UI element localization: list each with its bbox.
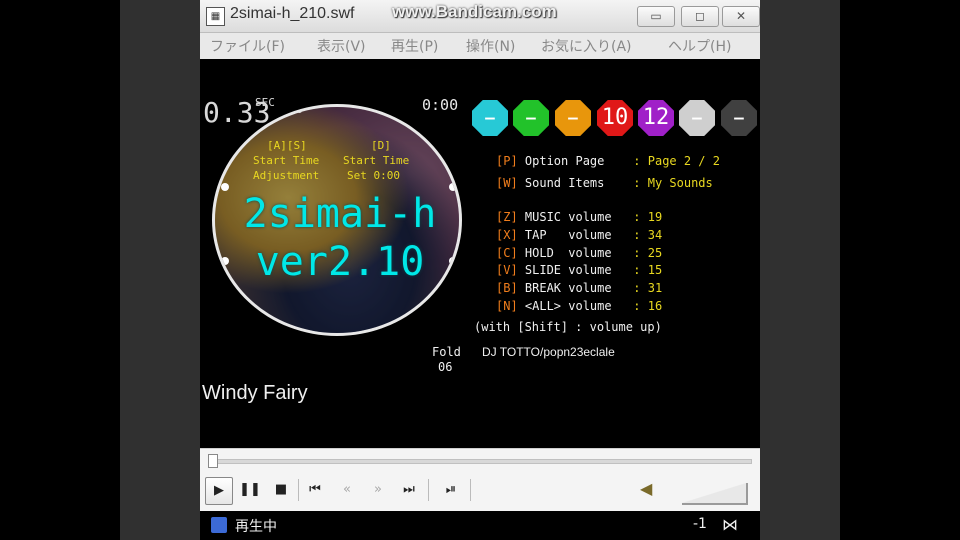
game-title: 2simai-h xyxy=(243,191,437,237)
next-button[interactable]: ⏭ xyxy=(396,477,422,503)
option-row: [P] Option Page : Page 2 / 2 xyxy=(496,154,720,168)
disc-marker xyxy=(221,183,229,191)
letterbox-left-gray xyxy=(120,0,200,540)
song-jacket-disc: [A][S] Start Time Adjustment [D] Start T… xyxy=(212,104,462,336)
close-button[interactable]: ✕ xyxy=(722,6,760,27)
difficulty-custom-button[interactable]: — xyxy=(721,100,757,136)
difficulty-remaster-button[interactable]: 12 xyxy=(638,100,674,136)
shift-hint: (with [Shift] : volume up) xyxy=(474,320,662,334)
difficulty-basic-button[interactable]: — xyxy=(472,100,508,136)
menu-favorites[interactable]: お気に入り(A) xyxy=(541,36,632,56)
adjust-line1: Start Time xyxy=(253,154,320,167)
flash-player-icon: ▦ xyxy=(206,7,225,26)
song-artist: DJ TOTTO/popn23eclale xyxy=(482,345,615,359)
player-controls: ▶ ❚❚ ■ ⏮ « » ⏭ ⏯ ◀ xyxy=(200,448,760,511)
option-row: [Z] MUSIC volume : 19 xyxy=(496,210,663,224)
title-bar: ▦ 2simai-h_210.swf www.Bandicam.com ▭ ◻ … xyxy=(200,0,760,33)
fold-label: Fold xyxy=(432,345,461,359)
previous-button[interactable]: ⏮ xyxy=(302,477,328,503)
song-title: Windy Fairy xyxy=(202,382,308,404)
disc-marker xyxy=(375,331,383,333)
status-text: 再生中 xyxy=(235,519,277,535)
pause-button[interactable]: ❚❚ xyxy=(237,477,263,503)
difficulty-master-button[interactable]: 10 xyxy=(597,100,633,136)
set-line2: Set 0:00 xyxy=(347,169,400,182)
option-row: [V] SLIDE volume : 15 xyxy=(496,263,663,277)
set-line1: Start Time xyxy=(343,154,410,167)
option-row: [W] Sound Items : My Sounds xyxy=(496,176,713,190)
control-separator xyxy=(298,479,299,501)
menu-file[interactable]: ファイル(F) xyxy=(210,36,285,56)
option-row: [N] <ALL> volume : 16 xyxy=(496,299,663,313)
connection-icon: ⋈ xyxy=(722,515,738,534)
option-row: [B] BREAK volume : 31 xyxy=(496,281,663,295)
minimize-button[interactable]: ▭ xyxy=(637,6,675,27)
difficulty-advanced-button[interactable]: — xyxy=(513,100,549,136)
difficulty-expert-button[interactable]: — xyxy=(555,100,591,136)
letterbox-left xyxy=(0,0,120,540)
disc-marker xyxy=(295,331,303,333)
volume-slider[interactable] xyxy=(682,483,748,505)
menu-bar: ファイル(F) 表示(V) 再生(P) 操作(N) お気に入り(A) ヘルプ(H… xyxy=(200,33,760,59)
difficulty-extra-button[interactable]: — xyxy=(679,100,715,136)
disc-marker xyxy=(375,107,383,113)
menu-play[interactable]: 再生(P) xyxy=(391,36,438,56)
flash-stage[interactable]: 0.33 SEC 0:00 [A][S] Start Time Adjustme… xyxy=(200,60,760,448)
letterbox-right xyxy=(840,0,960,540)
maximize-button[interactable]: ◻ xyxy=(681,6,719,27)
disc-marker xyxy=(449,183,457,191)
option-row: [C] HOLD volume : 25 xyxy=(496,246,663,260)
recorder-watermark: www.Bandicam.com xyxy=(392,2,557,21)
rewind-button[interactable]: « xyxy=(334,477,360,503)
speaker-icon[interactable]: ◀ xyxy=(640,479,652,498)
status-bar: 再生中 -1 ⋈ xyxy=(200,511,760,540)
menu-control[interactable]: 操作(N) xyxy=(466,36,515,56)
menu-view[interactable]: 表示(V) xyxy=(317,36,366,56)
game-version: ver2.10 xyxy=(255,239,425,285)
control-separator xyxy=(470,479,471,501)
frame-step-button[interactable]: ⏯ xyxy=(438,477,464,503)
menu-help[interactable]: ヘルプ(H) xyxy=(668,36,731,56)
fast-forward-button[interactable]: » xyxy=(365,477,391,503)
play-button[interactable]: ▶ xyxy=(205,477,233,505)
stop-button[interactable]: ■ xyxy=(268,477,294,503)
seek-thumb[interactable] xyxy=(208,454,218,468)
letterbox-right-gray xyxy=(760,0,840,540)
status-number: -1 xyxy=(693,516,707,532)
adjust-line2: Adjustment xyxy=(253,169,320,182)
fold-number: 06 xyxy=(438,360,453,374)
control-separator xyxy=(428,479,429,501)
set-key-label: [D] xyxy=(371,139,391,152)
window-title: 2simai-h_210.swf xyxy=(230,5,355,22)
player-window: ▦ 2simai-h_210.swf www.Bandicam.com ▭ ◻ … xyxy=(200,0,760,540)
disc-marker xyxy=(295,107,303,113)
adjust-key-label: [A][S] xyxy=(267,139,307,152)
option-row: [X] TAP volume : 34 xyxy=(496,228,663,242)
status-doc-icon xyxy=(211,517,227,533)
seek-bar[interactable] xyxy=(212,459,752,464)
